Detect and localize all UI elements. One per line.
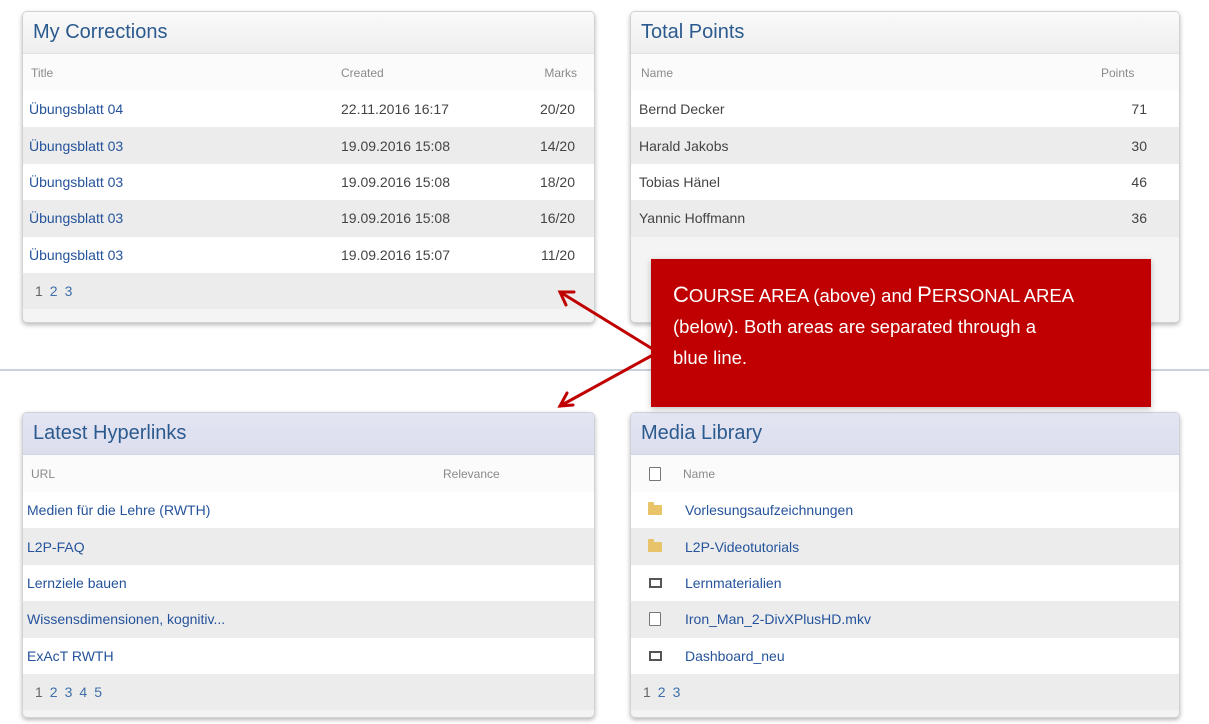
- correction-title-link[interactable]: Übungsblatt 03: [23, 174, 341, 190]
- correction-created: 19.09.2016 15:08: [341, 137, 450, 154]
- page-link[interactable]: 2: [658, 684, 666, 700]
- column-name[interactable]: Name: [679, 467, 715, 481]
- correction-created: 19.09.2016 15:08: [341, 210, 450, 227]
- column-relevance[interactable]: Relevance: [443, 467, 563, 481]
- frame-icon: [648, 650, 662, 661]
- frame-icon: [648, 577, 662, 588]
- table-row[interactable]: Übungsblatt 04 22.11.2016 16:17 20/20: [23, 91, 594, 128]
- list-item[interactable]: Wissensdimensionen, kognitiv...: [23, 601, 594, 638]
- page-link[interactable]: 1: [35, 684, 43, 700]
- media-column-headers: Name: [631, 455, 1179, 492]
- hyperlink[interactable]: ExAcT RWTH: [23, 648, 114, 664]
- hyperlink[interactable]: Wissensdimensionen, kognitiv...: [23, 611, 225, 627]
- media-item-link[interactable]: Iron_Man_2-DivXPlusHD.mkv: [679, 611, 871, 627]
- folder-icon: [648, 502, 662, 516]
- correction-title-link[interactable]: Übungsblatt 03: [23, 138, 341, 154]
- student-points: 46: [1131, 173, 1147, 190]
- hyperlink[interactable]: Lernziele bauen: [23, 575, 127, 591]
- correction-title-link[interactable]: Übungsblatt 04: [23, 101, 341, 117]
- student-name: Harald Jakobs: [639, 137, 729, 154]
- arrow-down-head: [557, 391, 575, 408]
- file-icon: [649, 466, 661, 481]
- list-item[interactable]: Lernziele bauen: [23, 564, 594, 602]
- student-points: 71: [1131, 101, 1147, 118]
- table-row[interactable]: Übungsblatt 03 19.09.2016 15:08 16/20: [23, 200, 594, 237]
- list-item[interactable]: Lernmaterialien: [631, 564, 1179, 602]
- correction-title-link[interactable]: Übungsblatt 03: [23, 247, 341, 263]
- list-item[interactable]: Vorlesungsaufzeichnungen: [631, 492, 1179, 529]
- page-link[interactable]: 3: [673, 684, 681, 700]
- page-link[interactable]: 5: [94, 684, 102, 700]
- list-item[interactable]: ExAcT RWTH: [23, 637, 594, 674]
- media-library-title: Media Library: [631, 413, 1179, 455]
- table-row: Tobias Hänel 46: [631, 163, 1179, 201]
- list-item[interactable]: L2P-Videotutorials: [631, 528, 1179, 565]
- student-name: Bernd Decker: [639, 101, 725, 118]
- list-item[interactable]: Iron_Man_2-DivXPlusHD.mkv: [631, 601, 1179, 638]
- latest-hyperlinks-panel: Latest Hyperlinks URL Relevance Medien f…: [22, 412, 595, 718]
- corrections-column-headers: Title Created Marks: [23, 54, 594, 91]
- page-link[interactable]: 2: [50, 684, 58, 700]
- page-link[interactable]: 1: [35, 283, 43, 299]
- callout-line-2: (below). Both areas are separated throug…: [673, 316, 1037, 337]
- my-corrections-title: My Corrections: [23, 12, 594, 54]
- column-created[interactable]: Created: [341, 66, 519, 80]
- my-corrections-panel: My Corrections Title Created Marks Übung…: [22, 11, 595, 323]
- points-column-headers: Name Points: [631, 54, 1179, 91]
- media-library-panel: Media Library Name Vorlesungsaufzeichnun…: [630, 412, 1180, 718]
- student-points: 30: [1131, 137, 1147, 154]
- correction-created: 22.11.2016 16:17: [341, 101, 449, 118]
- correction-marks: 14/20: [539, 137, 575, 154]
- correction-marks: 18/20: [539, 173, 575, 190]
- page-link[interactable]: 3: [65, 283, 73, 299]
- column-points[interactable]: Points: [1101, 66, 1161, 80]
- hyperlink[interactable]: L2P-FAQ: [23, 539, 85, 555]
- column-url[interactable]: URL: [23, 467, 443, 481]
- correction-marks: 11/20: [541, 246, 575, 263]
- column-title[interactable]: Title: [23, 66, 341, 80]
- list-item[interactable]: L2P-FAQ: [23, 528, 594, 565]
- table-row: Yannic Hoffmann 36: [631, 200, 1179, 237]
- page-link[interactable]: 3: [65, 684, 73, 700]
- correction-created: 19.09.2016 15:08: [341, 173, 450, 190]
- student-name: Yannic Hoffmann: [639, 210, 746, 227]
- media-item-link[interactable]: L2P-Videotutorials: [679, 539, 799, 555]
- table-row: Harald Jakobs 30: [631, 127, 1179, 164]
- callout-line-1: COURSE AREA (above) and PERSONAL AREA: [673, 282, 1075, 307]
- page-link[interactable]: 4: [79, 684, 87, 700]
- page-link[interactable]: 2: [50, 283, 58, 299]
- column-marks[interactable]: Marks: [519, 66, 589, 80]
- student-name: Tobias Hänel: [639, 173, 720, 190]
- table-row[interactable]: Übungsblatt 03 19.09.2016 15:07 11/20: [23, 236, 594, 273]
- list-item[interactable]: Dashboard_neu: [631, 637, 1179, 674]
- list-item[interactable]: Medien für die Lehre (RWTH): [23, 492, 594, 529]
- latest-hyperlinks-title: Latest Hyperlinks: [23, 413, 594, 455]
- folder-icon: [648, 538, 662, 552]
- page-link[interactable]: 1: [643, 684, 651, 700]
- table-row: Bernd Decker 71: [631, 91, 1179, 128]
- student-points: 36: [1131, 210, 1147, 227]
- hyperlinks-column-headers: URL Relevance: [23, 455, 594, 492]
- arrow-down-line: [558, 354, 653, 408]
- total-points-title: Total Points: [631, 12, 1179, 54]
- corrections-pagination: 1 2 3: [23, 272, 594, 309]
- correction-marks: 20/20: [539, 101, 575, 118]
- column-name[interactable]: Name: [631, 66, 1101, 80]
- media-item-link[interactable]: Lernmaterialien: [679, 575, 782, 591]
- media-pagination: 1 2 3: [631, 673, 1179, 710]
- hyperlinks-pagination: 1 2 3 4 5: [23, 673, 594, 710]
- annotation-callout: COURSE AREA (above) and PERSONAL AREA (b…: [651, 259, 1151, 407]
- correction-created: 19.09.2016 15:07: [341, 246, 450, 263]
- correction-marks: 16/20: [539, 210, 575, 227]
- file-icon: [649, 612, 661, 627]
- media-item-link[interactable]: Dashboard_neu: [679, 648, 785, 664]
- table-row[interactable]: Übungsblatt 03 19.09.2016 15:08 18/20: [23, 163, 594, 201]
- table-row[interactable]: Übungsblatt 03 19.09.2016 15:08 14/20: [23, 127, 594, 164]
- media-item-link[interactable]: Vorlesungsaufzeichnungen: [679, 502, 853, 518]
- hyperlink[interactable]: Medien für die Lehre (RWTH): [23, 502, 210, 518]
- correction-title-link[interactable]: Übungsblatt 03: [23, 210, 341, 226]
- callout-line-3: blue line.: [673, 347, 748, 368]
